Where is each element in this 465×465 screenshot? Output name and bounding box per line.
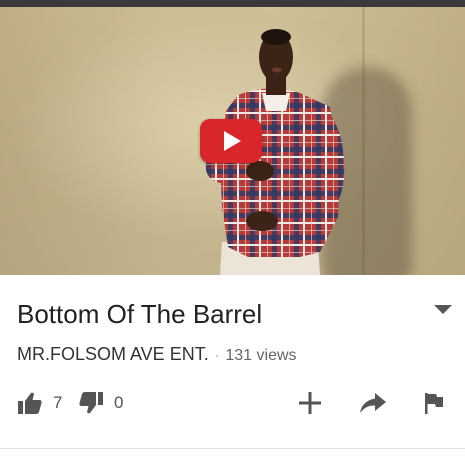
section-divider [0,448,465,449]
share-button[interactable] [359,380,387,426]
thumbs-down-icon [79,392,103,414]
report-flag-button[interactable] [424,380,444,426]
flag-icon [425,393,443,414]
add-icon [299,392,321,414]
meta-separator: · [214,347,220,363]
play-icon [224,131,241,151]
dislike-button[interactable]: 0 [78,380,123,426]
share-icon [360,393,386,413]
video-player[interactable] [0,7,465,275]
dislike-count: 0 [114,393,124,412]
status-strip [0,0,465,7]
expand-chevron-icon[interactable] [434,305,452,314]
thumbs-up-icon [18,392,42,414]
like-count: 7 [53,393,63,412]
video-meta: MR.FOLSOM AVE ENT. · 131 views [17,344,297,365]
add-to-playlist-button[interactable] [298,380,322,426]
like-button[interactable]: 7 [17,380,62,426]
video-info-panel: Bottom Of The Barrel MR.FOLSOM AVE ENT. ·… [0,275,465,465]
channel-name[interactable]: MR.FOLSOM AVE ENT. [17,344,209,364]
action-bar: 7 0 [0,380,465,426]
view-count: 131 views [225,347,297,364]
video-title: Bottom Of The Barrel [17,299,263,329]
play-button[interactable] [200,119,262,163]
